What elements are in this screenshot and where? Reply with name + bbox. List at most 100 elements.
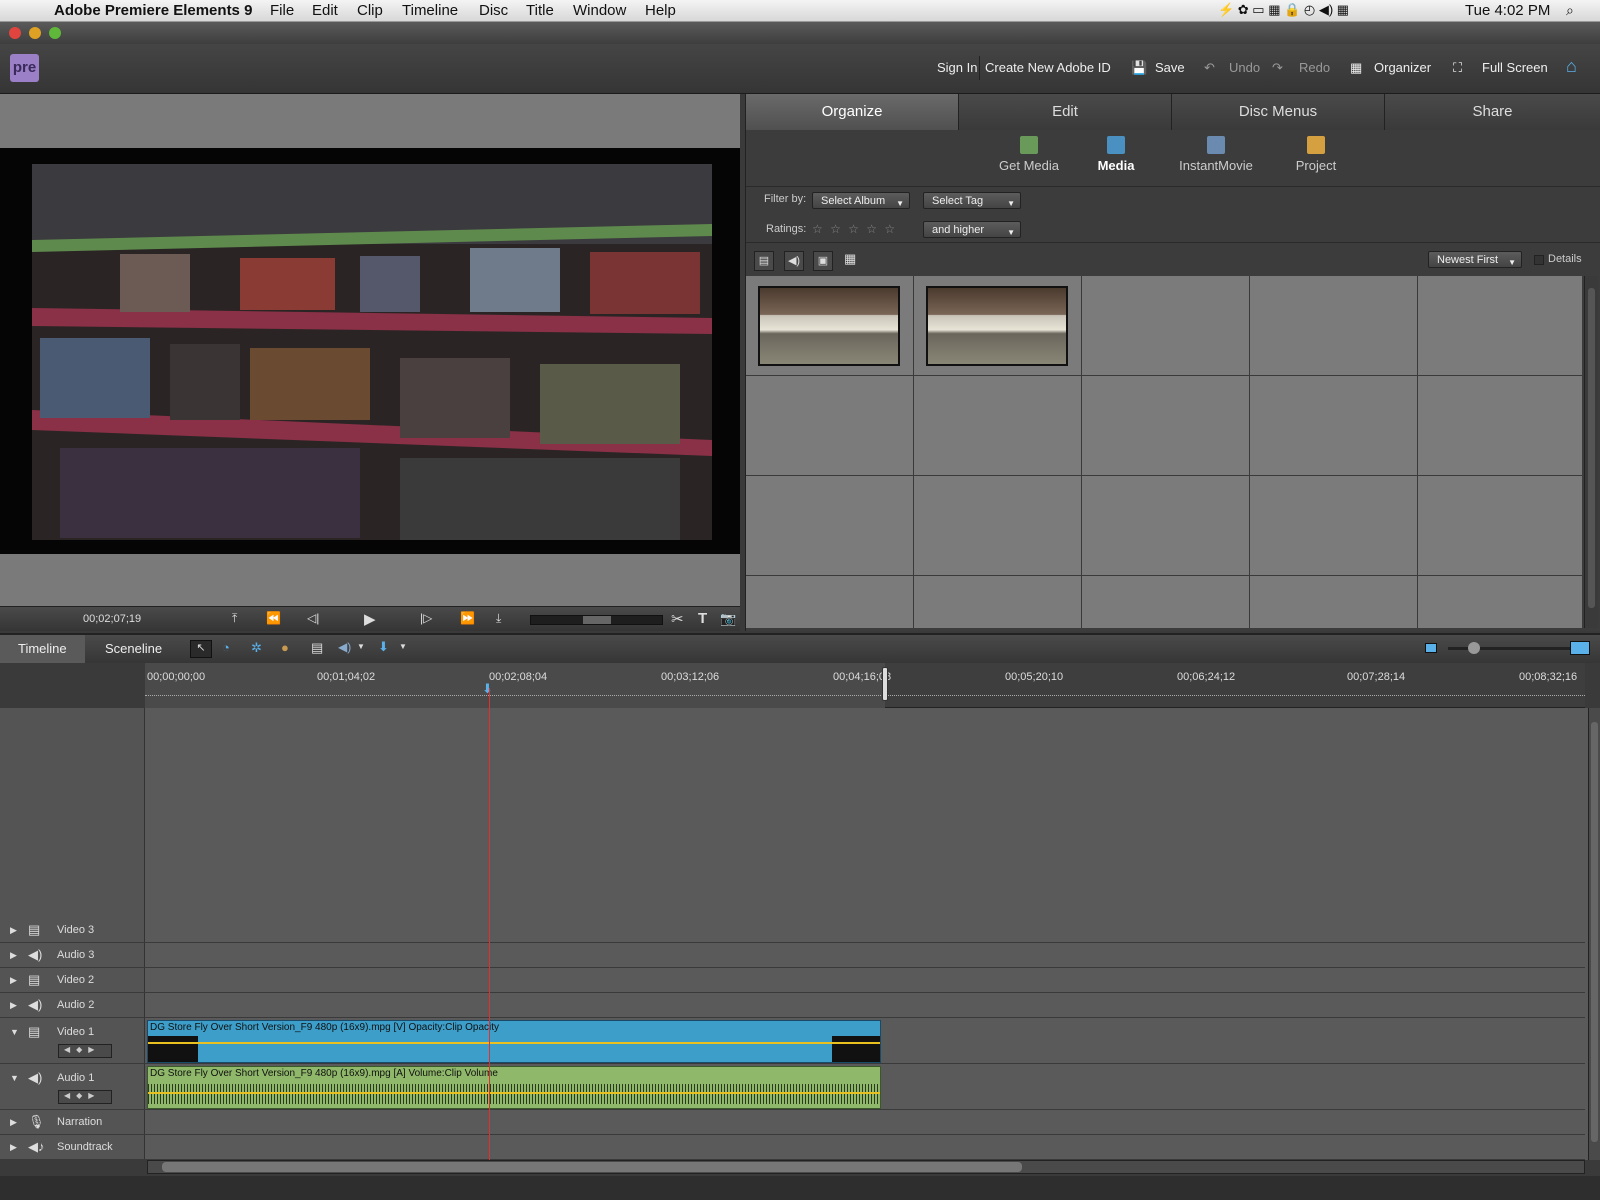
work-area-bar[interactable] [145,663,885,708]
expand-track-icon[interactable]: ▶ [10,975,17,986]
menu-timeline[interactable]: Timeline [402,2,458,19]
timeline-zoom-slider[interactable] [1448,642,1582,654]
selection-tool-icon[interactable]: ↖ [190,640,212,658]
effects-icon[interactable]: ✲ [251,640,262,656]
timeline-vertical-scrollbar[interactable] [1588,708,1600,1160]
tray-icons[interactable]: ⚡ ✿ ▭ ▦ 🔒 ◴ ◀) ▦ [1218,2,1349,18]
image-filter-icon[interactable]: ▣ [813,251,833,271]
spotlight-icon[interactable]: ⌕ [1566,2,1574,19]
tab-edit[interactable]: Edit [959,94,1172,130]
keyframe-nav-buttons[interactable]: ◀◆▶ [58,1044,112,1058]
grid-view-icon[interactable]: ▦ [844,251,856,267]
subtab-media[interactable]: Media [1091,136,1141,173]
marker-icon[interactable]: ⬇ [378,639,389,655]
work-area-end-handle[interactable] [882,667,888,701]
details-checkbox[interactable] [1534,255,1544,265]
sign-in-link[interactable]: Sign In [937,60,977,75]
smartfix-icon[interactable]: ● [281,640,289,655]
step-back-icon[interactable]: ◁| [307,611,319,625]
freeze-frame-icon[interactable]: 📷 [720,611,736,627]
shuttle-slider[interactable] [530,615,663,625]
expand-track-icon[interactable]: ▶ [10,1142,17,1153]
rewind-icon[interactable]: ⏪ [266,611,281,625]
fast-forward-icon[interactable]: ⏩ [460,611,475,625]
keyframe-nav-buttons[interactable]: ◀◆▶ [58,1090,112,1104]
video-clip[interactable]: DG Store Fly Over Short Version_F9 480p … [147,1020,881,1063]
audio-filter-icon[interactable]: ◀) [784,251,804,271]
media-thumbnail[interactable] [926,286,1068,366]
media-cell[interactable] [914,276,1082,376]
goto-end-icon[interactable]: ⤓ [496,611,501,626]
expand-track-icon[interactable]: ▶ [10,950,17,961]
tab-organize[interactable]: Organize [746,94,959,130]
time-ruler[interactable]: 00;00;00;00 00;01;04;02 00;02;08;04 00;0… [145,663,1585,708]
playhead-line[interactable] [489,688,490,1160]
rating-mode-select[interactable]: and higher ▼ [923,221,1021,238]
tag-select[interactable]: Select Tag ▼ [923,192,1021,209]
current-timecode[interactable]: 00;02;07;19 [83,613,141,625]
menu-clock[interactable]: Tue 4:02 PM [1465,2,1550,19]
zoom-slider-handle[interactable] [1468,642,1480,654]
menu-window[interactable]: Window [573,2,626,19]
chevron-down-icon[interactable]: ▼ [399,642,407,651]
tab-share[interactable]: Share [1385,94,1600,130]
menu-title[interactable]: Title [526,2,554,19]
close-window-button[interactable] [9,27,21,39]
play-icon[interactable]: ▶ [364,610,376,628]
zoom-window-button[interactable] [49,27,61,39]
split-clip-icon[interactable]: ✂ [671,610,684,628]
app-menu[interactable]: Adobe Premiere Elements 9 [54,2,252,19]
timeline-horizontal-scrollbar[interactable] [147,1160,1585,1174]
zoom-in-icon[interactable] [1570,641,1590,655]
menu-disc[interactable]: Disc [479,2,508,19]
media-cell[interactable] [746,276,914,376]
redo-button[interactable]: Redo [1299,60,1330,75]
rating-stars[interactable]: ☆ ☆ ☆ ☆ ☆ [812,222,897,236]
menu-clip[interactable]: Clip [357,2,383,19]
expand-track-icon[interactable]: ▶ [10,1000,17,1011]
horizontal-scroll-thumb[interactable] [162,1162,1022,1172]
menu-file[interactable]: File [270,2,294,19]
vertical-scroll-thumb[interactable] [1591,722,1598,1142]
opacity-rubberband[interactable] [148,1042,880,1044]
preview-video[interactable] [0,148,740,554]
tab-sceneline[interactable]: Sceneline [87,635,180,663]
subtab-get-media[interactable]: Get Media [994,136,1064,173]
video-filter-icon[interactable]: ▤ [754,251,774,271]
subtab-instantmovie[interactable]: InstantMovie [1176,136,1256,173]
minimize-window-button[interactable] [29,27,41,39]
menu-edit[interactable]: Edit [312,2,338,19]
add-text-icon[interactable]: T [698,610,707,627]
clip-property[interactable]: Opacity:Clip Opacity [408,1022,499,1033]
media-scrollbar[interactable] [1584,276,1598,628]
collapse-track-icon[interactable]: ▼ [10,1073,19,1083]
shuttle-handle[interactable] [583,616,611,624]
clip-property[interactable]: Volume:Clip Volume [408,1068,498,1079]
save-button[interactable]: Save [1155,60,1185,75]
time-stretch-icon[interactable]: ◔ [222,640,230,655]
goto-start-icon[interactable]: ⤒ [232,611,237,626]
create-adobe-id-link[interactable]: Create New Adobe ID [985,60,1111,75]
volume-rubberband[interactable] [148,1092,880,1094]
full-screen-button[interactable]: Full Screen [1482,60,1548,75]
properties-icon[interactable]: ▤ [311,640,323,656]
step-forward-icon[interactable]: |▷ [420,611,432,625]
playhead-marker-icon[interactable]: ⬇ [482,681,493,697]
tab-timeline[interactable]: Timeline [0,635,85,663]
chevron-down-icon[interactable]: ▼ [357,642,365,651]
media-thumbnail[interactable] [758,286,900,366]
organizer-button[interactable]: Organizer [1374,60,1431,75]
expand-track-icon[interactable]: ▶ [10,925,17,936]
expand-track-icon[interactable]: ▶ [10,1117,17,1128]
menu-help[interactable]: Help [645,2,676,19]
collapse-track-icon[interactable]: ▼ [10,1027,19,1037]
subtab-project[interactable]: Project [1286,136,1346,173]
undo-button[interactable]: Undo [1229,60,1260,75]
media-scroll-thumb[interactable] [1588,288,1595,608]
album-select[interactable]: Select Album ▼ [812,192,910,209]
sort-select[interactable]: Newest First ▼ [1428,251,1522,268]
zoom-out-icon[interactable] [1425,643,1437,653]
audio-mixer-icon[interactable]: ◀) [338,640,351,654]
audio-clip[interactable]: DG Store Fly Over Short Version_F9 480p … [147,1066,881,1109]
tab-disc-menus[interactable]: Disc Menus [1172,94,1385,130]
